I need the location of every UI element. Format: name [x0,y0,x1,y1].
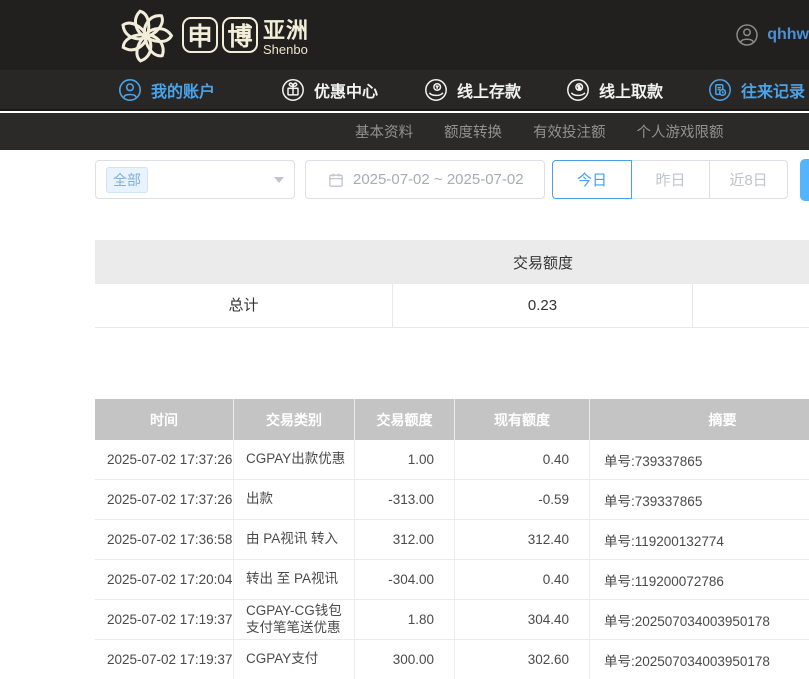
summary-total-value: 0.23 [393,284,693,328]
nav-label: 优惠中心 [314,78,378,102]
calendar-icon [328,172,344,188]
filter-row: 全部 2025-07-02 ~ 2025-07-02 今日 昨日 近8日 [0,160,809,200]
cell-amount: -313.00 [355,480,455,519]
table-row: 2025-07-02 17:37:26 出款 -313.00 -0.59 单号:… [95,480,809,520]
logo-region-en: Shenbo [263,42,309,57]
table-row: 2025-07-02 17:37:26 CGPAY出款优惠 1.00 0.40 … [95,440,809,480]
logo-region-cn: 亚洲 [263,20,309,42]
nav-label: 线上取款 [599,78,663,102]
cell-memo: 单号:739337865 [590,480,809,519]
cell-memo: 单号:119200132774 [590,520,809,559]
nav-label: 往来记录 [741,78,805,102]
cell-amount: 300.00 [355,640,455,679]
col-header-amount: 交易额度 [355,399,455,440]
cell-type: 转出 至 PA视讯 [234,560,355,599]
cell-amount: 1.00 [355,440,455,479]
flower-logo-icon [114,6,178,71]
main-nav: 我的账户 优惠中心 [0,70,809,111]
cell-memo: 单号:202507034003950178 [590,600,809,639]
cell-type: CGPAY-CG钱包支付笔笔送优惠 [234,600,355,639]
nav-item-withdraw[interactable]: 线上取款 [566,70,663,109]
cell-time: 2025-07-02 17:36:58 [95,520,234,559]
cell-time: 2025-07-02 17:20:04 [95,560,234,599]
logo-char-bo: 博 [222,17,258,53]
withdraw-hand-coin-icon [566,78,590,102]
table-row: 2025-07-02 17:36:58 由 PA视讯 转入 312.00 312… [95,520,809,560]
cell-type: 出款 [234,480,355,519]
username[interactable]: qhhw [767,26,809,44]
logo-char-shen: 申 [182,17,218,53]
cell-memo: 单号:119200072786 [590,560,809,599]
subnav-item-credit-transfer[interactable]: 额度转换 [444,121,502,142]
date-range-input[interactable]: 2025-07-02 ~ 2025-07-02 [305,160,545,199]
col-header-time: 时间 [95,399,234,440]
nav-label: 线上存款 [457,78,521,102]
cell-balance: 302.60 [455,640,590,679]
chevron-down-icon [274,177,284,183]
nav-item-promotions[interactable]: 优惠中心 [281,70,378,109]
nav-label: 我的账户 [151,78,215,102]
summary-total-label: 总计 [95,284,393,328]
subnav-item-game-limits[interactable]: 个人游戏限额 [637,121,724,142]
top-brand-bar: 申 博 亚洲 Shenbo qhhw [0,0,809,70]
last-8-days-button[interactable]: 近8日 [709,160,788,199]
cell-memo: 单号:739337865 [590,440,809,479]
transactions-header-row: 时间 交易类别 交易额度 现有额度 摘要 [95,399,809,440]
col-header-type: 交易类别 [234,399,355,440]
nav-item-deposit[interactable]: 线上存款 [424,70,521,109]
table-row: 2025-07-02 17:20:04 转出 至 PA视讯 -304.00 0.… [95,560,809,600]
today-button[interactable]: 今日 [552,160,632,199]
page: 申 博 亚洲 Shenbo qhhw [0,0,809,679]
cell-balance: 0.40 [455,440,590,479]
logo-region: 亚洲 Shenbo [263,20,309,57]
gift-icon [281,78,305,102]
summary-total-row: 总计 0.23 [95,284,809,328]
subnav-item-valid-bets[interactable]: 有效投注额 [533,121,606,142]
cell-balance: 312.40 [455,520,590,559]
records-clipboard-icon [708,78,732,102]
selected-type-chip[interactable]: 全部 [106,167,148,193]
cell-balance: 304.40 [455,600,590,639]
account-icon [118,78,142,102]
cell-amount: 312.00 [355,520,455,559]
yesterday-button[interactable]: 昨日 [631,160,710,199]
cell-type: CGPAY出款优惠 [234,440,355,479]
subnav-item-basic-info[interactable]: 基本资料 [355,121,413,142]
col-header-balance: 现有额度 [455,399,590,440]
cell-type: 由 PA视讯 转入 [234,520,355,559]
cell-time: 2025-07-02 17:37:26 [95,480,234,519]
user-circle-icon[interactable] [735,23,759,47]
nav-item-records[interactable]: 往来记录 [708,70,805,109]
summary-header-amount: 交易额度 [393,252,693,273]
summary-header-row: 交易额度 [95,240,809,284]
col-header-memo: 摘要 [590,399,809,440]
cell-time: 2025-07-02 17:19:37 [95,640,234,679]
cell-time: 2025-07-02 17:37:26 [95,440,234,479]
sub-nav: 基本资料 额度转换 有效投注额 个人游戏限额 [0,113,809,150]
cell-amount: 1.80 [355,600,455,639]
cell-type: CGPAY支付 [234,640,355,679]
table-row: 2025-07-02 17:19:37 CGPAY支付 300.00 302.6… [95,640,809,679]
deposit-hand-coin-icon [424,78,448,102]
table-row: 2025-07-02 17:19:37 CGPAY-CG钱包支付笔笔送优惠 1.… [95,600,809,640]
date-range-value: 2025-07-02 ~ 2025-07-02 [353,171,524,188]
user-area: qhhw [735,0,809,70]
cell-memo: 单号:202507034003950178 [590,640,809,679]
cell-balance: 0.40 [455,560,590,599]
transaction-type-select[interactable]: 全部 [95,160,295,199]
cell-balance: -0.59 [455,480,590,519]
transactions-table: 时间 交易类别 交易额度 现有额度 摘要 2025-07-02 17:37:26… [95,399,809,679]
cell-time: 2025-07-02 17:19:37 [95,600,234,639]
search-button[interactable] [800,159,809,201]
cell-amount: -304.00 [355,560,455,599]
quick-date-buttons: 今日 昨日 近8日 [552,160,788,199]
summary-table: 交易额度 总计 0.23 [95,240,809,328]
nav-item-my-account[interactable]: 我的账户 [118,70,215,109]
